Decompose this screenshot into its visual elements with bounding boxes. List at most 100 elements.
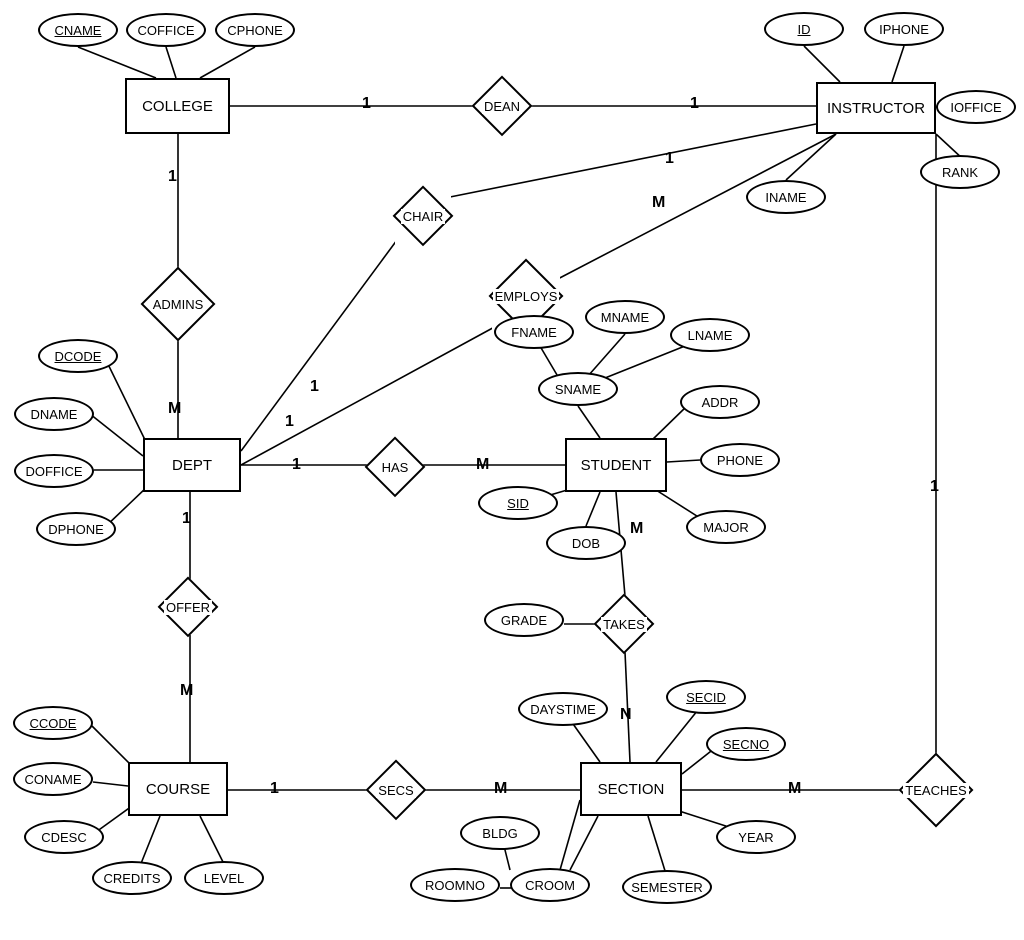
attr-label: MNAME — [601, 310, 649, 325]
cardinality-c15: 1 — [270, 780, 279, 798]
rel-label: HAS — [380, 460, 411, 475]
attr-label: CREDITS — [103, 871, 160, 886]
entity-label: COURSE — [146, 781, 210, 798]
cardinality-c6: 1 — [310, 378, 319, 396]
cardinality-c5: 1 — [665, 150, 674, 168]
cardinality-c18: 1 — [930, 478, 939, 496]
attr-secid: SECID — [666, 680, 746, 714]
rel-label: EMPLOYS — [493, 289, 560, 304]
cardinality-c17: M — [788, 780, 801, 798]
entity-dept: DEPT — [143, 438, 241, 492]
rel-label: TEACHES — [903, 783, 968, 798]
attr-label: DOFFICE — [25, 464, 82, 479]
rel-label: TAKES — [601, 617, 647, 632]
attr-label: DPHONE — [48, 522, 104, 537]
entity-label: COLLEGE — [142, 98, 213, 115]
entity-section: SECTION — [580, 762, 682, 816]
attr-label: LEVEL — [204, 871, 244, 886]
er-diagram-canvas: COLLEGE INSTRUCTOR DEPT STUDENT COURSE S… — [0, 0, 1024, 940]
attr-iname: INAME — [746, 180, 826, 214]
attr-level: LEVEL — [184, 861, 264, 895]
attr-label: SID — [507, 496, 529, 511]
attr-label: SEMESTER — [631, 880, 703, 895]
attr-label: PHONE — [717, 453, 763, 468]
attr-label: ID — [798, 22, 811, 37]
entity-instructor: INSTRUCTOR — [816, 82, 936, 134]
entity-label: INSTRUCTOR — [827, 100, 925, 117]
attr-label: CROOM — [525, 878, 575, 893]
cardinality-c13: M — [630, 520, 643, 538]
rel-label: DEAN — [482, 99, 522, 114]
attr-label: GRADE — [501, 613, 547, 628]
attr-label: COFFICE — [137, 23, 194, 38]
rel-chair: CHAIR — [395, 188, 451, 244]
attr-dphone: DPHONE — [36, 512, 116, 546]
attr-sid: SID — [478, 486, 558, 520]
cardinality-c14: N — [620, 706, 632, 724]
attr-major: MAJOR — [686, 510, 766, 544]
cardinality-c9: 1 — [292, 456, 301, 474]
attr-label: CCODE — [30, 716, 77, 731]
attr-cphone: CPHONE — [215, 13, 295, 47]
cardinality-c7: M — [652, 194, 665, 212]
entity-label: DEPT — [172, 457, 212, 474]
attr-fname: FNAME — [494, 315, 574, 349]
attr-cname: CNAME — [38, 13, 118, 47]
attr-label: INAME — [765, 190, 806, 205]
attr-label: CNAME — [55, 23, 102, 38]
attr-label: ADDR — [702, 395, 739, 410]
attr-credits: CREDITS — [92, 861, 172, 895]
attr-label: BLDG — [482, 826, 517, 841]
attr-label: CDESC — [41, 830, 87, 845]
attr-cdesc: CDESC — [24, 820, 104, 854]
attr-secno: SECNO — [706, 727, 786, 761]
attr-roomno: ROOMNO — [410, 868, 500, 902]
attr-label: CPHONE — [227, 23, 283, 38]
attr-coffice: COFFICE — [126, 13, 206, 47]
attr-croom: CROOM — [510, 868, 590, 902]
attr-label: DNAME — [31, 407, 78, 422]
rel-offer: OFFER — [160, 579, 216, 635]
entity-label: STUDENT — [581, 457, 652, 474]
rel-dean: DEAN — [474, 78, 530, 134]
entity-course: COURSE — [128, 762, 228, 816]
attr-label: DOB — [572, 536, 600, 551]
attr-bldg: BLDG — [460, 816, 540, 850]
cardinality-c10: M — [476, 456, 489, 474]
attr-label: FNAME — [511, 325, 557, 340]
rel-label: SECS — [376, 783, 415, 798]
attr-label: ROOMNO — [425, 878, 485, 893]
rel-takes: TAKES — [596, 596, 652, 652]
attr-label: DCODE — [55, 349, 102, 364]
attr-lname: LNAME — [670, 318, 750, 352]
rel-teaches: TEACHES — [902, 756, 970, 824]
attr-addr: ADDR — [680, 385, 760, 419]
attr-semester: SEMESTER — [622, 870, 712, 904]
attr-ioffice: IOFFICE — [936, 90, 1016, 124]
attr-coname: CONAME — [13, 762, 93, 796]
rel-label: ADMINS — [151, 297, 206, 312]
attr-year: YEAR — [716, 820, 796, 854]
attr-sname: SNAME — [538, 372, 618, 406]
attr-iphone: IPHONE — [864, 12, 944, 46]
attr-grade: GRADE — [484, 603, 564, 637]
attr-label: DAYSTIME — [530, 702, 596, 717]
attr-label: CONAME — [24, 772, 81, 787]
cardinality-c1: 1 — [362, 95, 371, 113]
rel-admins: ADMINS — [144, 270, 212, 338]
cardinality-c8: 1 — [285, 413, 294, 431]
rel-label: OFFER — [164, 600, 212, 615]
attr-label: YEAR — [738, 830, 773, 845]
attr-doffice: DOFFICE — [14, 454, 94, 488]
rel-label: CHAIR — [401, 209, 445, 224]
attr-phone: PHONE — [700, 443, 780, 477]
cardinality-c4: M — [168, 400, 181, 418]
attr-label: SECNO — [723, 737, 769, 752]
entity-college: COLLEGE — [125, 78, 230, 134]
attr-dob: DOB — [546, 526, 626, 560]
cardinality-c16: M — [494, 780, 507, 798]
attr-rank: RANK — [920, 155, 1000, 189]
attr-dname: DNAME — [14, 397, 94, 431]
attr-label: RANK — [942, 165, 978, 180]
entity-student: STUDENT — [565, 438, 667, 492]
